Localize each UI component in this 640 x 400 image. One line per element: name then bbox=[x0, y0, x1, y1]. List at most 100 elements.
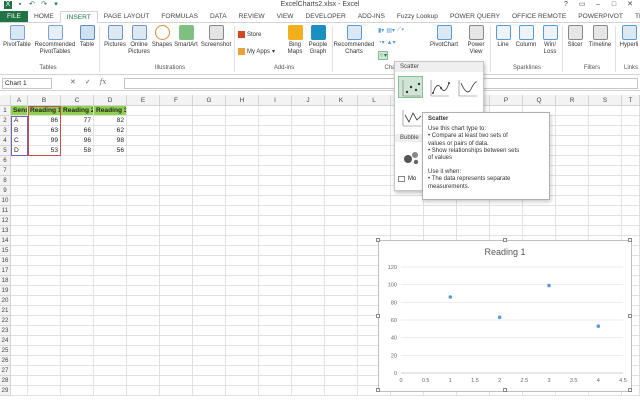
grid-cell[interactable] bbox=[193, 176, 226, 186]
hyperlink-button[interactable]: Hyperli bbox=[618, 25, 640, 49]
table-cell[interactable]: 86 bbox=[28, 116, 61, 126]
grid-cell[interactable] bbox=[226, 306, 259, 316]
grid-cell[interactable] bbox=[226, 236, 259, 246]
grid-cell[interactable] bbox=[11, 206, 28, 216]
grid-cell[interactable] bbox=[28, 206, 61, 216]
tab-formulas[interactable]: FORMULAS bbox=[155, 11, 204, 22]
chart-resize-handle[interactable] bbox=[376, 314, 380, 318]
grid-cell[interactable] bbox=[226, 316, 259, 326]
my-apps-button[interactable]: My Apps ▾ bbox=[238, 48, 275, 55]
row-header-16[interactable]: 16 bbox=[0, 256, 11, 266]
maximize-button[interactable]: □ bbox=[606, 0, 622, 10]
grid-cell[interactable] bbox=[94, 376, 127, 386]
grid-cell[interactable] bbox=[622, 146, 640, 156]
grid-cell[interactable] bbox=[391, 206, 424, 216]
grid-cell[interactable] bbox=[160, 166, 193, 176]
grid-cell[interactable] bbox=[358, 166, 391, 176]
grid-cell[interactable] bbox=[61, 326, 94, 336]
grid-cell[interactable] bbox=[61, 166, 94, 176]
table-header-cell[interactable]: Reading 2 bbox=[61, 106, 94, 116]
grid-cell[interactable] bbox=[589, 226, 622, 236]
grid-cell[interactable] bbox=[358, 206, 391, 216]
grid-cell[interactable] bbox=[325, 206, 358, 216]
grid-cell[interactable] bbox=[127, 146, 160, 156]
more-scatter-charts-link[interactable]: Mo bbox=[398, 176, 416, 182]
grid-cell[interactable] bbox=[424, 226, 457, 236]
grid-cell[interactable] bbox=[127, 266, 160, 276]
grid-cell[interactable] bbox=[11, 256, 28, 266]
grid-cell[interactable] bbox=[160, 246, 193, 256]
chart-resize-handle[interactable] bbox=[503, 388, 507, 392]
grid-cell[interactable] bbox=[28, 226, 61, 236]
grid-cell[interactable] bbox=[589, 156, 622, 166]
grid-cell[interactable] bbox=[11, 176, 28, 186]
grid-cell[interactable] bbox=[622, 196, 640, 206]
grid-cell[interactable] bbox=[94, 366, 127, 376]
grid-cell[interactable] bbox=[61, 366, 94, 376]
tab-home[interactable]: HOME bbox=[28, 11, 60, 22]
embedded-chart[interactable]: Reading 1 0 20 40 60 80 100 120 0 0.5 1 1.5 2 2.5 3 3.… bbox=[376, 238, 632, 392]
grid-cell[interactable] bbox=[457, 206, 490, 216]
grid-cell[interactable] bbox=[292, 186, 325, 196]
grid-cell[interactable] bbox=[292, 286, 325, 296]
table-button[interactable]: Table bbox=[79, 25, 95, 49]
grid-cell[interactable] bbox=[11, 216, 28, 226]
grid-cell[interactable] bbox=[11, 366, 28, 376]
grid-cell[interactable] bbox=[325, 276, 358, 286]
grid-cell[interactable] bbox=[358, 156, 391, 166]
grid-cell[interactable] bbox=[160, 386, 193, 396]
table-cell[interactable]: C bbox=[11, 136, 28, 146]
table-cell[interactable]: 99 bbox=[28, 136, 61, 146]
column-header-b[interactable]: B bbox=[28, 95, 61, 106]
row-header-1[interactable]: 1 bbox=[0, 106, 11, 116]
grid-cell[interactable] bbox=[94, 156, 127, 166]
grid-cell[interactable] bbox=[127, 116, 160, 126]
grid-cell[interactable] bbox=[556, 156, 589, 166]
grid-cell[interactable] bbox=[523, 216, 556, 226]
area-chart-icon[interactable]: ▲▾ bbox=[387, 39, 396, 46]
grid-cell[interactable] bbox=[94, 206, 127, 216]
bing-maps-button[interactable]: Bing Maps bbox=[284, 25, 306, 56]
grid-cell[interactable] bbox=[325, 166, 358, 176]
grid-cell[interactable] bbox=[11, 276, 28, 286]
grid-cell[interactable] bbox=[127, 276, 160, 286]
row-header-18[interactable]: 18 bbox=[0, 276, 11, 286]
grid-cell[interactable] bbox=[160, 336, 193, 346]
grid-cell[interactable] bbox=[160, 186, 193, 196]
grid-cell[interactable] bbox=[259, 126, 292, 136]
grid-cell[interactable] bbox=[226, 186, 259, 196]
column-header-s[interactable]: S bbox=[589, 95, 622, 106]
grid-cell[interactable] bbox=[61, 236, 94, 246]
grid-cell[interactable] bbox=[325, 356, 358, 366]
grid-cell[interactable] bbox=[193, 106, 226, 116]
grid-cell[interactable] bbox=[259, 176, 292, 186]
grid-cell[interactable] bbox=[259, 376, 292, 386]
tab-file[interactable]: FILE bbox=[0, 11, 28, 22]
grid-cell[interactable] bbox=[193, 126, 226, 136]
line-chart-icon[interactable]: ⟋▾ bbox=[397, 27, 404, 34]
grid-cell[interactable] bbox=[325, 176, 358, 186]
grid-cell[interactable] bbox=[61, 206, 94, 216]
grid-cell[interactable] bbox=[28, 306, 61, 316]
grid-cell[interactable] bbox=[94, 226, 127, 236]
grid-cell[interactable] bbox=[589, 116, 622, 126]
grid-cell[interactable] bbox=[325, 326, 358, 336]
grid-cell[interactable] bbox=[193, 316, 226, 326]
grid-cell[interactable] bbox=[325, 186, 358, 196]
grid-cell[interactable] bbox=[127, 256, 160, 266]
grid-cell[interactable] bbox=[61, 386, 94, 396]
grid-cell[interactable] bbox=[160, 136, 193, 146]
grid-cell[interactable] bbox=[259, 166, 292, 176]
grid-cell[interactable] bbox=[28, 366, 61, 376]
chart-resize-handle[interactable] bbox=[376, 388, 380, 392]
grid-cell[interactable] bbox=[61, 186, 94, 196]
grid-cell[interactable] bbox=[94, 286, 127, 296]
grid-cell[interactable] bbox=[589, 196, 622, 206]
row-header-17[interactable]: 17 bbox=[0, 266, 11, 276]
grid-cell[interactable] bbox=[325, 136, 358, 146]
select-all-corner[interactable] bbox=[0, 95, 11, 106]
grid-cell[interactable] bbox=[490, 226, 523, 236]
cancel-icon[interactable]: ✕ bbox=[70, 78, 76, 86]
grid-cell[interactable] bbox=[292, 196, 325, 206]
grid-cell[interactable] bbox=[11, 156, 28, 166]
